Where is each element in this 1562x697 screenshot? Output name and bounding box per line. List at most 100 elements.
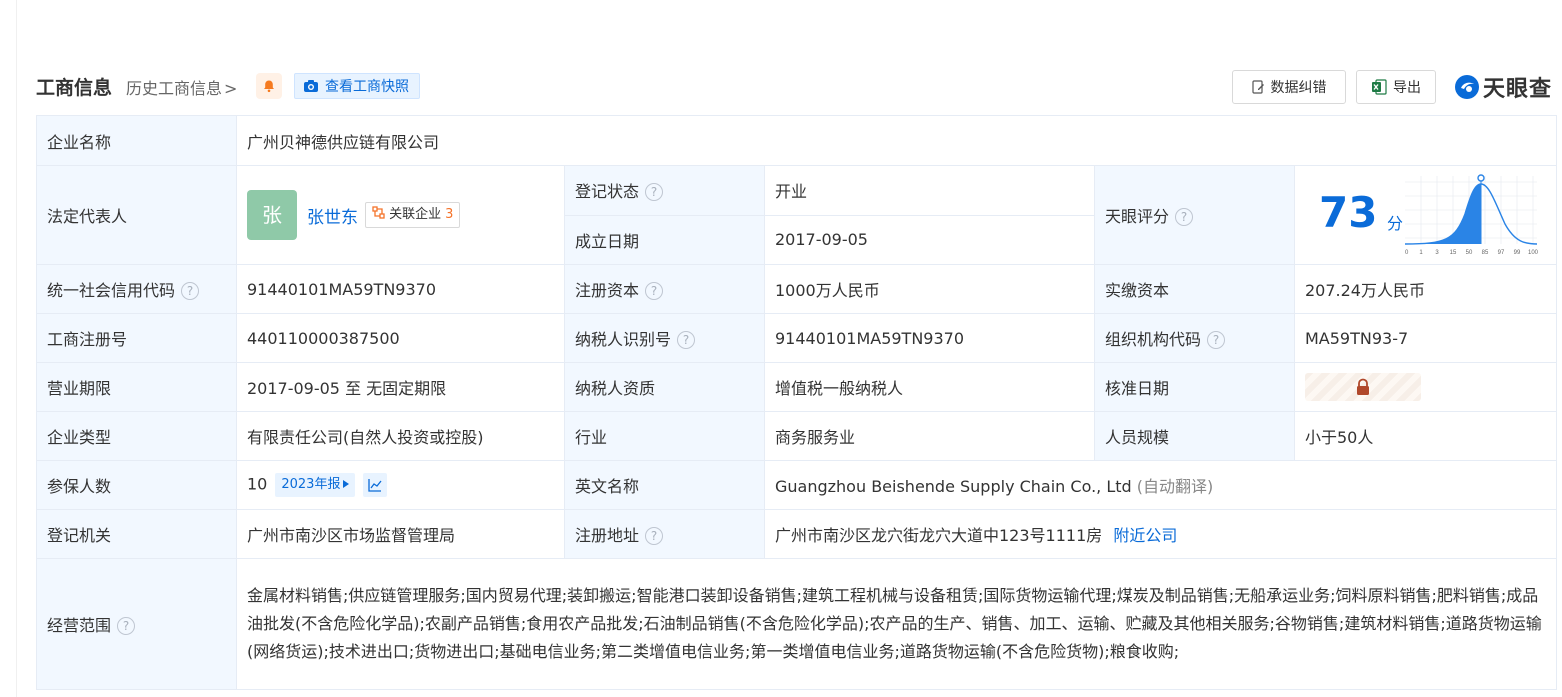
insured-value: 10 bbox=[247, 474, 268, 494]
approval-date-label: 核准日期 bbox=[1094, 362, 1295, 412]
address-cell: 广州市南沙区龙穴街龙穴大道中123号1111房 附近公司 bbox=[763, 509, 1558, 559]
export-label: 导出 bbox=[1393, 80, 1421, 96]
tax-qual-label: 纳税人资质 bbox=[564, 362, 765, 412]
caret-right-icon bbox=[343, 480, 350, 488]
score-axis-tick-label: 15 bbox=[1450, 250, 1457, 256]
score-axis-tick-label: 85 bbox=[1482, 250, 1489, 256]
org-code-label-text: 组织机构代码 bbox=[1105, 330, 1202, 349]
annual-report-year-tag[interactable]: 2023年报 bbox=[275, 473, 356, 497]
address-label-text: 注册地址 bbox=[575, 526, 640, 545]
history-link-label: 历史工商信息 bbox=[126, 79, 223, 98]
term-label: 营业期限 bbox=[36, 362, 237, 412]
table-row: 企业名称 广州贝神德供应链有限公司 bbox=[36, 115, 1558, 166]
help-icon[interactable]: ? bbox=[1207, 331, 1226, 349]
score-axis-tick-label: 97 bbox=[1498, 250, 1505, 256]
help-icon[interactable]: ? bbox=[117, 617, 136, 635]
reg-status-value: 开业 bbox=[764, 165, 1095, 216]
score-unit: 分 bbox=[1387, 214, 1404, 233]
reg-status-label-text: 登记状态 bbox=[575, 182, 640, 202]
trend-chart-icon[interactable] bbox=[363, 473, 388, 497]
score-value: 73 bbox=[1319, 188, 1378, 237]
address-label: 注册地址? bbox=[564, 509, 765, 559]
reg-capital-value: 1000万人民币 bbox=[764, 264, 1095, 314]
brand-name: 天眼查 bbox=[1483, 77, 1553, 102]
help-icon[interactable]: ? bbox=[645, 282, 664, 300]
taxpayer-id-label: 纳税人识别号? bbox=[564, 313, 765, 363]
nearby-companies-link[interactable]: 附近公司 bbox=[1113, 526, 1177, 545]
legal-rep-cell: 张张世东 关联企业 3 bbox=[236, 165, 565, 265]
section-header: 工商信息 历史工商信息 > 查看工商快照 数据纠错 导出 天眼查 bbox=[36, 70, 1556, 104]
score-label-text: 天眼评分 bbox=[1105, 207, 1170, 226]
tax-qual-value: 增值税一般纳税人 bbox=[764, 362, 1095, 412]
section-title: 工商信息 bbox=[36, 77, 113, 99]
table-row: 营业期限 2017-09-05 至 无固定期限 纳税人资质 增值税一般纳税人 核… bbox=[36, 362, 1558, 412]
reg-status-label: 登记状态? bbox=[564, 165, 765, 216]
founded-value: 2017-09-05 bbox=[764, 214, 1095, 265]
score-cell[interactable]: 73 分 0 1 3 15 50 85 97 99 100 bbox=[1293, 165, 1558, 265]
type-label: 企业类型 bbox=[36, 411, 237, 461]
taxpayer-id-value: 91440101MA59TN9370 bbox=[764, 313, 1095, 363]
auto-translate-note: (自动翻译) bbox=[1136, 477, 1214, 496]
table-row: 统一社会信用代码? 91440101MA59TN9370 注册资本? 1000万… bbox=[36, 264, 1558, 314]
annual-report-year-label: 2023年报 bbox=[281, 477, 341, 492]
credit-code-label-text: 统一社会信用代码 bbox=[47, 281, 176, 300]
term-value: 2017-09-05 至 无固定期限 bbox=[236, 362, 565, 412]
authority-value: 广州市南沙区市场监督管理局 bbox=[236, 509, 565, 559]
english-name-label: 英文名称 bbox=[564, 460, 765, 510]
company-name-label: 企业名称 bbox=[36, 115, 237, 166]
staff-size-label: 人员规模 bbox=[1094, 411, 1295, 461]
page-left-divider bbox=[16, 0, 17, 697]
table-row: 工商注册号 440110000387500 纳税人识别号? 91440101MA… bbox=[36, 313, 1558, 363]
score-axis-tick-label: 0 bbox=[1405, 250, 1409, 256]
avatar[interactable]: 张 bbox=[247, 190, 297, 240]
insured-cell: 10 2023年报 bbox=[236, 460, 565, 510]
chevron-right-icon: > bbox=[224, 79, 238, 98]
authority-label: 登记机关 bbox=[36, 509, 237, 559]
type-value: 有限责任公司(自然人投资或控股) bbox=[236, 411, 565, 461]
score-axis-tick-label: 50 bbox=[1466, 250, 1473, 256]
export-button[interactable]: 导出 bbox=[1356, 70, 1436, 104]
company-name-value: 广州贝神德供应链有限公司 bbox=[235, 115, 1558, 166]
table-row: 法定代表人 张张世东 关联企业 3 登记状态? 开业 天眼评分? 73 分 0 … bbox=[36, 165, 1558, 265]
org-code-value: MA59TN93-7 bbox=[1293, 313, 1558, 363]
help-icon[interactable]: ? bbox=[677, 331, 696, 349]
table-row: 经营范围? 金属材料销售;供应链管理服务;国内贸易代理;装卸搬运;智能港口装卸设… bbox=[36, 558, 1558, 690]
data-correction-button[interactable]: 数据纠错 bbox=[1232, 70, 1346, 104]
legal-rep-name-link[interactable]: 张世东 bbox=[307, 208, 358, 228]
tianyancha-logo[interactable]: 天眼查 bbox=[1454, 71, 1552, 103]
reg-capital-label: 注册资本? bbox=[564, 264, 765, 314]
score-axis-tick-label: 1 bbox=[1419, 250, 1423, 256]
score-label: 天眼评分? bbox=[1094, 165, 1295, 265]
help-icon[interactable]: ? bbox=[645, 527, 664, 545]
locked-value-mask[interactable] bbox=[1305, 373, 1421, 401]
excel-icon bbox=[1372, 79, 1387, 95]
score-distribution-chart: 0 1 3 15 50 85 97 99 100 bbox=[1405, 174, 1539, 256]
insured-label: 参保人数 bbox=[36, 460, 237, 510]
biz-reg-no-value: 440110000387500 bbox=[236, 313, 565, 363]
industry-label: 行业 bbox=[564, 411, 765, 461]
credit-code-label: 统一社会信用代码? bbox=[36, 264, 237, 314]
table-row: 企业类型 有限责任公司(自然人投资或控股) 行业 商务服务业 人员规模 小于50… bbox=[36, 411, 1558, 461]
help-icon[interactable]: ? bbox=[645, 183, 664, 202]
english-name-cell: Guangzhou Beishende Supply Chain Co., Lt… bbox=[763, 460, 1558, 510]
bell-icon[interactable] bbox=[256, 73, 282, 99]
scope-label-text: 经营范围 bbox=[47, 616, 112, 635]
help-icon[interactable]: ? bbox=[181, 282, 200, 300]
related-companies-label: 关联企业 bbox=[389, 207, 442, 222]
tianyancha-logo-icon bbox=[1455, 75, 1479, 99]
industry-value: 商务服务业 bbox=[764, 411, 1095, 461]
score-axis-tick-label: 100 bbox=[1528, 250, 1539, 256]
related-companies-badge[interactable]: 关联企业 3 bbox=[365, 202, 461, 228]
approval-date-cell bbox=[1293, 362, 1558, 412]
history-business-info-link[interactable]: 历史工商信息 > bbox=[126, 75, 237, 99]
table-row: 参保人数 10 2023年报 英文名称 Guangzhou Beishende S… bbox=[36, 460, 1558, 510]
edit-document-icon bbox=[1251, 80, 1264, 94]
reg-capital-label-text: 注册资本 bbox=[575, 281, 640, 300]
view-snapshot-button[interactable]: 查看工商快照 bbox=[294, 73, 420, 99]
related-companies-count: 3 bbox=[445, 207, 454, 222]
help-icon[interactable]: ? bbox=[1175, 208, 1194, 226]
biz-reg-no-label: 工商注册号 bbox=[36, 313, 237, 363]
paid-capital-label: 实缴资本 bbox=[1094, 264, 1295, 314]
data-correction-label: 数据纠错 bbox=[1270, 80, 1327, 96]
credit-code-value: 91440101MA59TN9370 bbox=[236, 264, 565, 314]
